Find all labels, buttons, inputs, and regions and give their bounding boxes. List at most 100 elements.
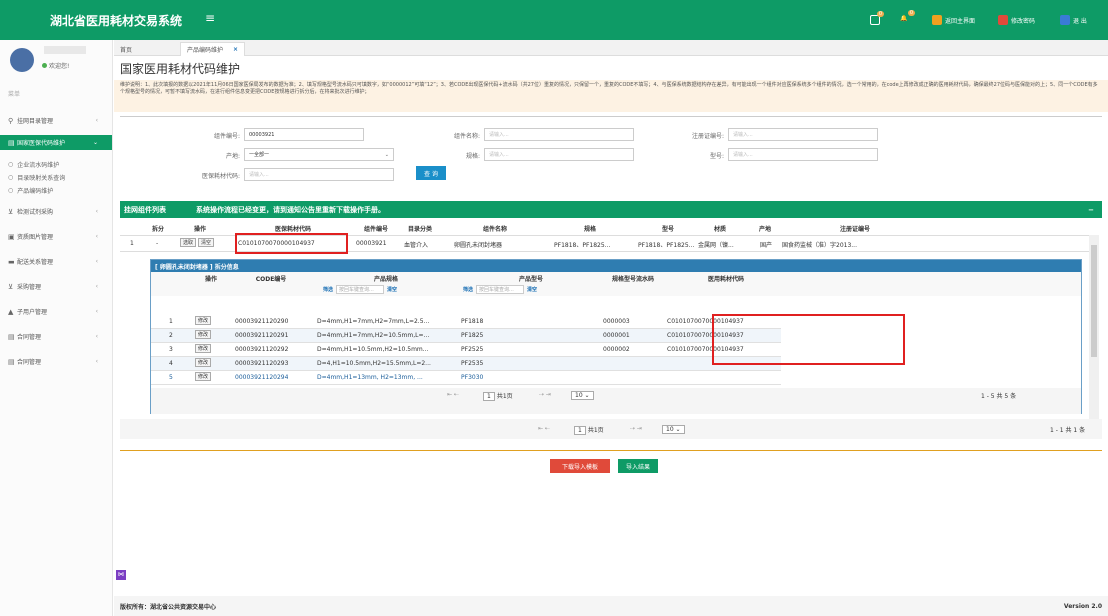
table-row[interactable]: 4 修改 00003921120293 D=4,H1=10.5mm,H2=15.5mm… [151, 357, 781, 371]
table-row[interactable]: 2 修改 00003921120291 D=4mm,H1=7mm,H2=10.5mm,… [151, 329, 781, 343]
footer: 版权所有：湖北省公共资源交易中心 Version 2.0 [114, 596, 1108, 616]
spec-input[interactable]: 请输入... [484, 148, 634, 161]
split-pager: ⇤ ⇠ 1 共1页 ⇢ ⇥ 10 ⌄ 1 - 5 共 5 条 [151, 388, 1081, 414]
reg-no-label: 注册证编号: [691, 133, 724, 140]
component-name-input[interactable]: 请输入... [484, 128, 634, 141]
copyright: 版权所有：湖北省公共资源交易中心 [120, 603, 217, 611]
welcome-status: 欢迎您! [42, 61, 69, 70]
model-input[interactable]: 请输入... [728, 148, 878, 161]
circle-icon: ○ [8, 173, 14, 181]
download-template-button[interactable]: 下载导入模板 [550, 459, 610, 473]
first-page-icon[interactable]: ⇤ ⇠ [538, 425, 550, 432]
scrollbar[interactable] [1089, 235, 1099, 423]
sidebar-item-nhsa-code[interactable]: ▤ 国家医保代码维护 ⌄ [0, 135, 112, 150]
version: Version 2.0 [1063, 602, 1102, 610]
highlight-box [712, 314, 905, 365]
split-info-panel: [ 卵圆孔未闭封堵器 ] 拆分信息 操作 CODE编号 产品规格 产品型号 规格… [150, 259, 1082, 414]
subitem-product-code[interactable]: ○ 产品编码维护 [0, 184, 112, 196]
model-label: 型号: [709, 153, 724, 160]
menu-label: 菜单 [8, 91, 21, 98]
page-input[interactable]: 1 [574, 426, 586, 435]
page-input[interactable]: 1 [483, 392, 495, 401]
origin-label: 产地: [225, 153, 240, 160]
subitem-serial[interactable]: ○ 企业流水码维护 [0, 158, 112, 170]
bell-icon[interactable]: 🔔 0 [900, 10, 915, 26]
model-filter: 筛选 按回车键查询... 清空 [463, 285, 538, 294]
minimize-icon[interactable]: − [1088, 206, 1094, 214]
highlight-box [235, 233, 348, 254]
component-no-input[interactable]: 00003921 [244, 128, 364, 141]
choose-button[interactable]: 选取 [180, 238, 197, 247]
edit-button[interactable]: 修改 [195, 358, 212, 367]
process-notice: 系统操作流程已经变更，请到通知公告里重新下载操作手册。 [196, 205, 385, 214]
username-placeholder [44, 46, 86, 54]
avatar [10, 48, 34, 72]
table-row[interactable]: 1 修改 00003921120290 D=4mm,H1=7mm,H2=7mm,L=2… [151, 315, 781, 329]
online-dot-icon [42, 63, 47, 68]
main-content: 国家医用耗材代码维护 维护说明：1、此次填报的数据以2021年11月06日国家医… [114, 56, 1108, 616]
sidebar-item-images[interactable]: ▣ 资质图片管理 ‹ [0, 229, 112, 244]
spec-clear-button[interactable]: 清空 [387, 286, 397, 293]
origin-select[interactable]: 一全部一 ⌄ [244, 148, 394, 161]
filter-form: 组件编号: 00003921 组件名称: 请输入... 注册证编号: 请输入..… [120, 116, 1102, 192]
page-size-select[interactable]: 10 ⌄ [571, 391, 594, 400]
edit-button[interactable]: 修改 [195, 330, 212, 339]
sidebar-item-subuser[interactable]: ▲ 子用户管理 ‹ [0, 304, 112, 319]
home-icon [932, 15, 942, 25]
close-icon[interactable]: × [233, 46, 238, 53]
spec-filter: 筛选 按回车键查询... 清空 [323, 285, 398, 294]
vs-icon[interactable]: ⋈ [116, 570, 126, 580]
top-header: 湖北省医用耗材交易系统 ≡ 0 🔔 0 返回主界面 修改密码 退 出 [0, 0, 1108, 40]
edit-button[interactable]: 修改 [195, 316, 212, 325]
circle-icon: ○ [8, 160, 14, 168]
spec-filter-input[interactable]: 按回车键查询... [336, 285, 385, 294]
list-pager: ⇤ ⇠ 1 共1页 ⇢ ⇥ 10 ⌄ 1 - 1 共 1 条 [120, 419, 1102, 439]
clear-button[interactable]: 清空 [197, 238, 214, 247]
subitem-mapping[interactable]: ○ 目录映射关系查询 [0, 171, 112, 183]
change-password-button[interactable]: 修改密码 [998, 14, 1035, 26]
split-info-title: [ 卵圆孔未闭封堵器 ] 拆分信息 [151, 260, 1081, 272]
app-title: 湖北省医用耗材交易系统 [50, 14, 183, 28]
truck-icon: ▬ [8, 257, 15, 266]
last-page-icon[interactable]: ⇢ ⇥ [630, 425, 642, 432]
query-button[interactable]: 查 询 [416, 166, 446, 180]
model-clear-button[interactable]: 清空 [527, 286, 537, 293]
list-header-bar: 挂网组件列表 系统操作流程已经变更，请到通知公告里重新下载操作手册。 − [120, 201, 1102, 218]
home-button[interactable]: 返回主界面 [932, 14, 975, 26]
chevron-left-icon: ‹ [95, 117, 98, 124]
tab-product-code[interactable]: 产品编码维护 × [180, 42, 246, 56]
sidebar-item-reagent[interactable]: ⊻ 检测试剂采购 ‹ [0, 204, 112, 219]
first-page-icon[interactable]: ⇤ ⇠ [447, 391, 459, 398]
image-icon: ▣ [8, 232, 15, 241]
sidebar-item-purchase[interactable]: ⊻ 采购管理 ‹ [0, 279, 112, 294]
doc-icon: ▤ [8, 332, 15, 341]
table-row[interactable]: 3 修改 00003921120292 D=4mm,H1=10.5mm,H2=10.5… [151, 343, 781, 357]
scroll-thumb[interactable] [1091, 245, 1097, 357]
tab-home[interactable]: 首页 [120, 42, 132, 56]
code-input[interactable]: 请输入... [244, 168, 394, 181]
sidebar-item-delivery[interactable]: ▬ 配送关系管理 ‹ [0, 254, 112, 269]
reg-no-input[interactable]: 请输入... [728, 128, 878, 141]
import-result-button[interactable]: 导入结果 [618, 459, 658, 473]
maintenance-notice: 维护说明：1、此次填报的数据以2021年11月06日国家医保局发布的数据为准；2… [114, 80, 1108, 112]
logout-button[interactable]: 退 出 [1060, 14, 1087, 26]
edit-button[interactable]: 修改 [195, 344, 212, 353]
sidebar-item-contract[interactable]: ▤ 合同管理 ‹ [0, 329, 112, 344]
user-icon: ▲ [8, 307, 14, 316]
model-filter-input[interactable]: 按回车键查询... [476, 285, 525, 294]
edit-button[interactable]: 修改 [195, 372, 212, 381]
sidebar-item-catalog[interactable]: ⚲ 挂网目录管理 ‹ [0, 113, 112, 128]
sidebar-item-contract-2[interactable]: ▤ 合同管理 ‹ [0, 354, 112, 369]
list-title: 挂网组件列表 [124, 205, 166, 214]
last-page-icon[interactable]: ⇢ ⇥ [539, 391, 551, 398]
mail-icon[interactable]: 0 [870, 11, 884, 26]
hamburger-icon[interactable]: ≡ [205, 11, 215, 25]
pager-summary: 1 - 5 共 5 条 [981, 393, 1017, 400]
table-row[interactable]: 5 修改 00003921120294 D=4mm,H1=13mm, H2=13mm,… [151, 371, 781, 385]
circle-icon: ○ [8, 186, 14, 194]
page-size-select[interactable]: 10 ⌄ [662, 425, 685, 434]
location-icon: ⚲ [8, 116, 14, 125]
component-no-label: 组件编号: [213, 133, 240, 140]
pager-summary: 1 - 1 共 1 条 [1050, 427, 1086, 434]
spec-label: 规格: [465, 153, 480, 160]
